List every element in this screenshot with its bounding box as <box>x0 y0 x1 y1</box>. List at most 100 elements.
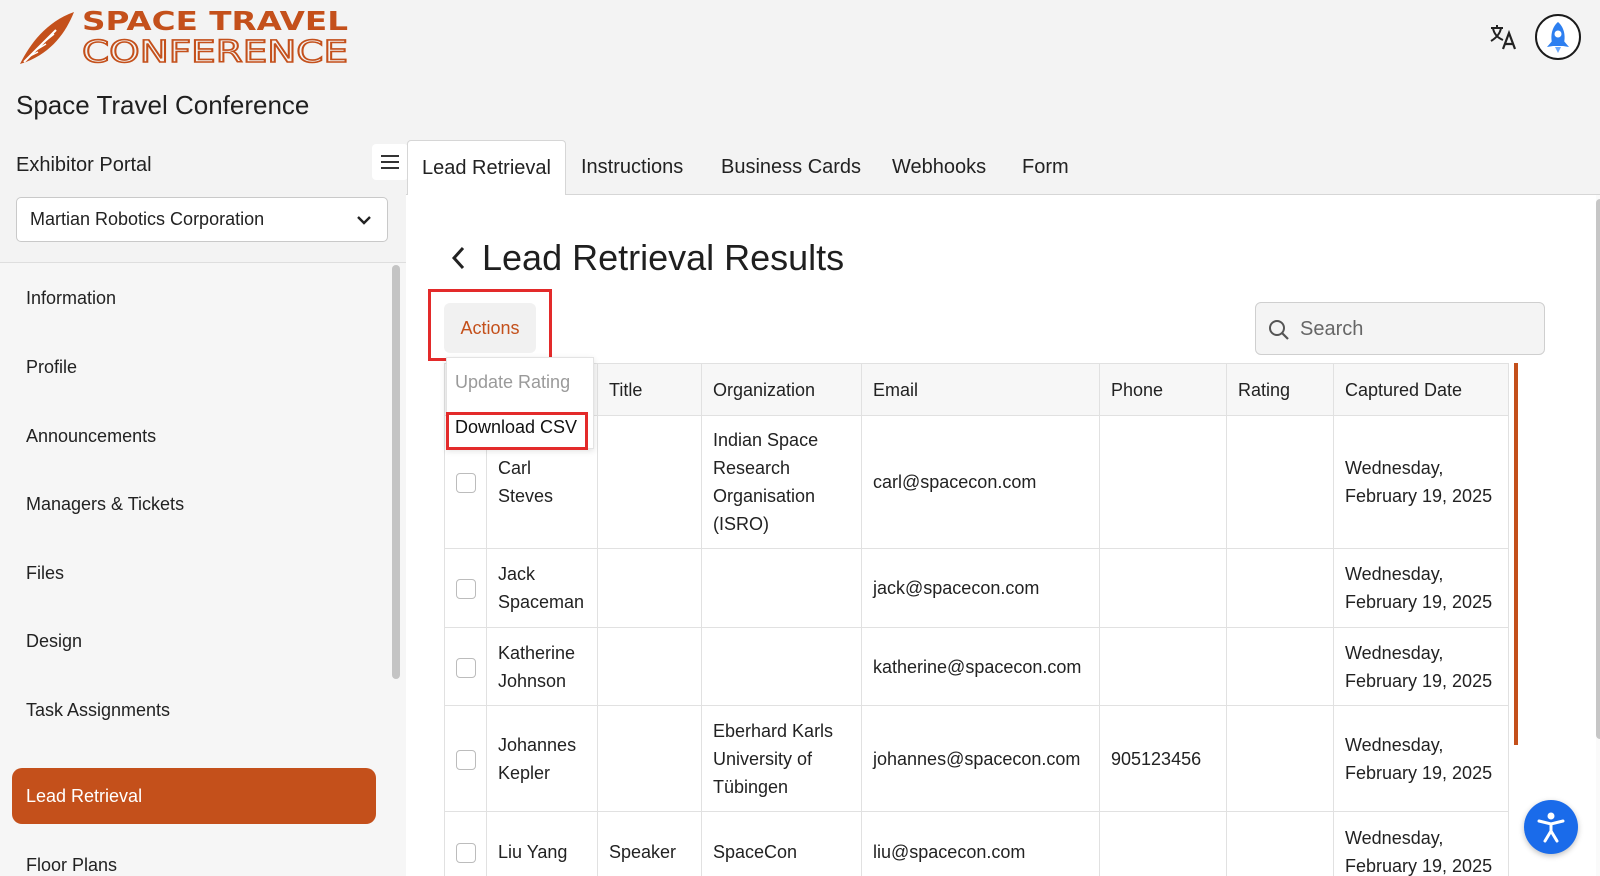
sidebar-item-floor-plans[interactable]: Floor Plans <box>12 837 376 876</box>
cell-organization: Eberhard Karls University of Tübingen <box>701 705 862 812</box>
cell-email: katherine@spacecon.com <box>861 627 1100 706</box>
company-select[interactable]: Martian Robotics Corporation <box>16 197 388 242</box>
accessibility-icon <box>1537 812 1565 843</box>
cell-name: Jack Spaceman <box>486 548 598 628</box>
sidebar-item-lead-retrieval[interactable]: Lead Retrieval <box>12 768 376 824</box>
rocket-icon <box>1547 22 1569 53</box>
column-header-captured-date[interactable]: Captured Date <box>1333 363 1509 416</box>
column-header-rating[interactable]: Rating <box>1226 363 1334 416</box>
column-header-phone[interactable]: Phone <box>1099 363 1227 416</box>
cell-rating <box>1226 548 1334 628</box>
sidebar-item-design[interactable]: Design <box>12 613 376 669</box>
cell-organization: Indian Space Research Organisation (ISRO… <box>701 415 862 549</box>
user-avatar[interactable] <box>1535 14 1581 60</box>
sidebar-item-files[interactable]: Files <box>12 545 376 601</box>
cell-email: carl@spacecon.com <box>861 415 1100 549</box>
cell-captured-date: Wednesday, February 19, 2025 <box>1333 705 1509 812</box>
leads-table: Title Organization Email Phone Rating Ca… <box>444 363 1509 876</box>
sidebar-nav: Information Profile Announcements Manage… <box>0 262 406 876</box>
chevron-left-icon[interactable] <box>448 243 470 273</box>
sidebar-item-managers-tickets[interactable]: Managers & Tickets <box>12 476 376 532</box>
actions-dropdown-menu: Update Rating Download CSV <box>446 357 594 449</box>
main-scrollbar[interactable] <box>1596 195 1600 876</box>
row-checkbox[interactable] <box>455 842 476 863</box>
logo-line2: CONFERENCE <box>82 35 348 70</box>
cell-captured-date: Wednesday, February 19, 2025 <box>1333 627 1509 706</box>
row-checkbox[interactable] <box>455 749 476 770</box>
cell-captured-date: Wednesday, February 19, 2025 <box>1333 415 1509 549</box>
accessibility-button[interactable] <box>1524 800 1578 854</box>
row-select-cell <box>444 548 487 628</box>
sidebar-item-announcements[interactable]: Announcements <box>12 408 376 464</box>
conference-logo[interactable]: SPACE TRAVEL CONFERENCE <box>16 6 349 70</box>
actions-button[interactable]: Actions <box>444 303 536 353</box>
translate-icon[interactable] <box>1488 22 1518 52</box>
cell-captured-date: Wednesday, February 19, 2025 <box>1333 548 1509 628</box>
main-panel: Lead Retrieval Results Actions Title Org… <box>406 195 1600 876</box>
cell-title: Speaker <box>597 811 702 876</box>
cell-organization: SpaceCon <box>701 811 862 876</box>
cell-organization <box>701 548 862 628</box>
sidebar-item-information[interactable]: Information <box>12 270 376 326</box>
cell-phone <box>1099 415 1227 549</box>
cell-phone <box>1099 811 1227 876</box>
cell-rating <box>1226 627 1334 706</box>
tab-form[interactable]: Form <box>1008 140 1083 195</box>
sidebar-header: Exhibitor Portal Martian Robotics Corpor… <box>0 140 408 262</box>
cell-email: jack@spacecon.com <box>861 548 1100 628</box>
cell-rating <box>1226 705 1334 812</box>
row-select-cell <box>444 627 487 706</box>
menu-item-download-csv[interactable]: Download CSV <box>455 417 577 438</box>
search-input[interactable] <box>1300 311 1530 347</box>
hamburger-menu-icon[interactable] <box>372 144 408 180</box>
cell-title <box>597 548 702 628</box>
table-row[interactable]: Carl Steves Indian Space Research Organi… <box>444 415 1509 549</box>
table-row[interactable]: Katherine Johnson katherine@spacecon.com… <box>444 627 1509 706</box>
search-box <box>1255 302 1545 355</box>
cell-title <box>597 415 702 549</box>
sidebar-scrollbar[interactable] <box>392 265 400 679</box>
cell-rating <box>1226 415 1334 549</box>
chevron-down-icon <box>357 216 371 225</box>
column-header-email[interactable]: Email <box>861 363 1100 416</box>
tab-business-cards[interactable]: Business Cards <box>707 140 875 195</box>
leads-table-container: Title Organization Email Phone Rating Ca… <box>444 363 1546 876</box>
cell-email: johannes@spacecon.com <box>861 705 1100 812</box>
cell-phone <box>1099 548 1227 628</box>
company-select-value: Martian Robotics Corporation <box>30 209 265 229</box>
cell-email: liu@spacecon.com <box>861 811 1100 876</box>
sidebar-item-profile[interactable]: Profile <box>12 339 376 395</box>
tab-bar: Lead Retrieval Instructions Business Car… <box>406 140 1600 196</box>
table-accent-scrollbar[interactable] <box>1514 363 1518 745</box>
cell-rating <box>1226 811 1334 876</box>
table-row[interactable]: Johannes Kepler Eberhard Karls Universit… <box>444 705 1509 812</box>
row-checkbox[interactable] <box>455 657 476 678</box>
main-scrollbar-thumb[interactable] <box>1596 199 1600 739</box>
rocket-feather-icon <box>20 12 74 64</box>
cell-name: Liu Yang <box>486 811 598 876</box>
cell-name: Katherine Johnson <box>486 627 598 706</box>
table-row[interactable]: Jack Spaceman jack@spacecon.com Wednesda… <box>444 548 1509 628</box>
tab-webhooks[interactable]: Webhooks <box>878 140 1000 195</box>
cell-captured-date: Wednesday, February 19, 2025 <box>1333 811 1509 876</box>
menu-item-update-rating: Update Rating <box>455 372 571 392</box>
logo-line1: SPACE TRAVEL <box>82 7 348 37</box>
column-header-title[interactable]: Title <box>597 363 702 416</box>
cell-title <box>597 627 702 706</box>
cell-name: Johannes Kepler <box>486 705 598 812</box>
table-row[interactable]: Liu Yang Speaker SpaceCon liu@spacecon.c… <box>444 811 1509 876</box>
portal-label: Exhibitor Portal <box>16 154 152 176</box>
cell-organization <box>701 627 862 706</box>
tab-instructions[interactable]: Instructions <box>567 140 697 195</box>
cell-phone: 905123456 <box>1099 705 1227 812</box>
row-select-cell <box>444 705 487 812</box>
row-checkbox[interactable] <box>455 473 476 494</box>
table-header-row: Title Organization Email Phone Rating Ca… <box>444 363 1509 416</box>
tab-lead-retrieval[interactable]: Lead Retrieval <box>407 140 566 196</box>
search-icon <box>1269 320 1289 340</box>
site-title: Space Travel Conference <box>16 90 310 120</box>
sidebar-item-task-assignments[interactable]: Task Assignments <box>12 682 376 738</box>
row-checkbox[interactable] <box>455 579 476 600</box>
column-header-organization[interactable]: Organization <box>701 363 862 416</box>
cell-phone <box>1099 627 1227 706</box>
